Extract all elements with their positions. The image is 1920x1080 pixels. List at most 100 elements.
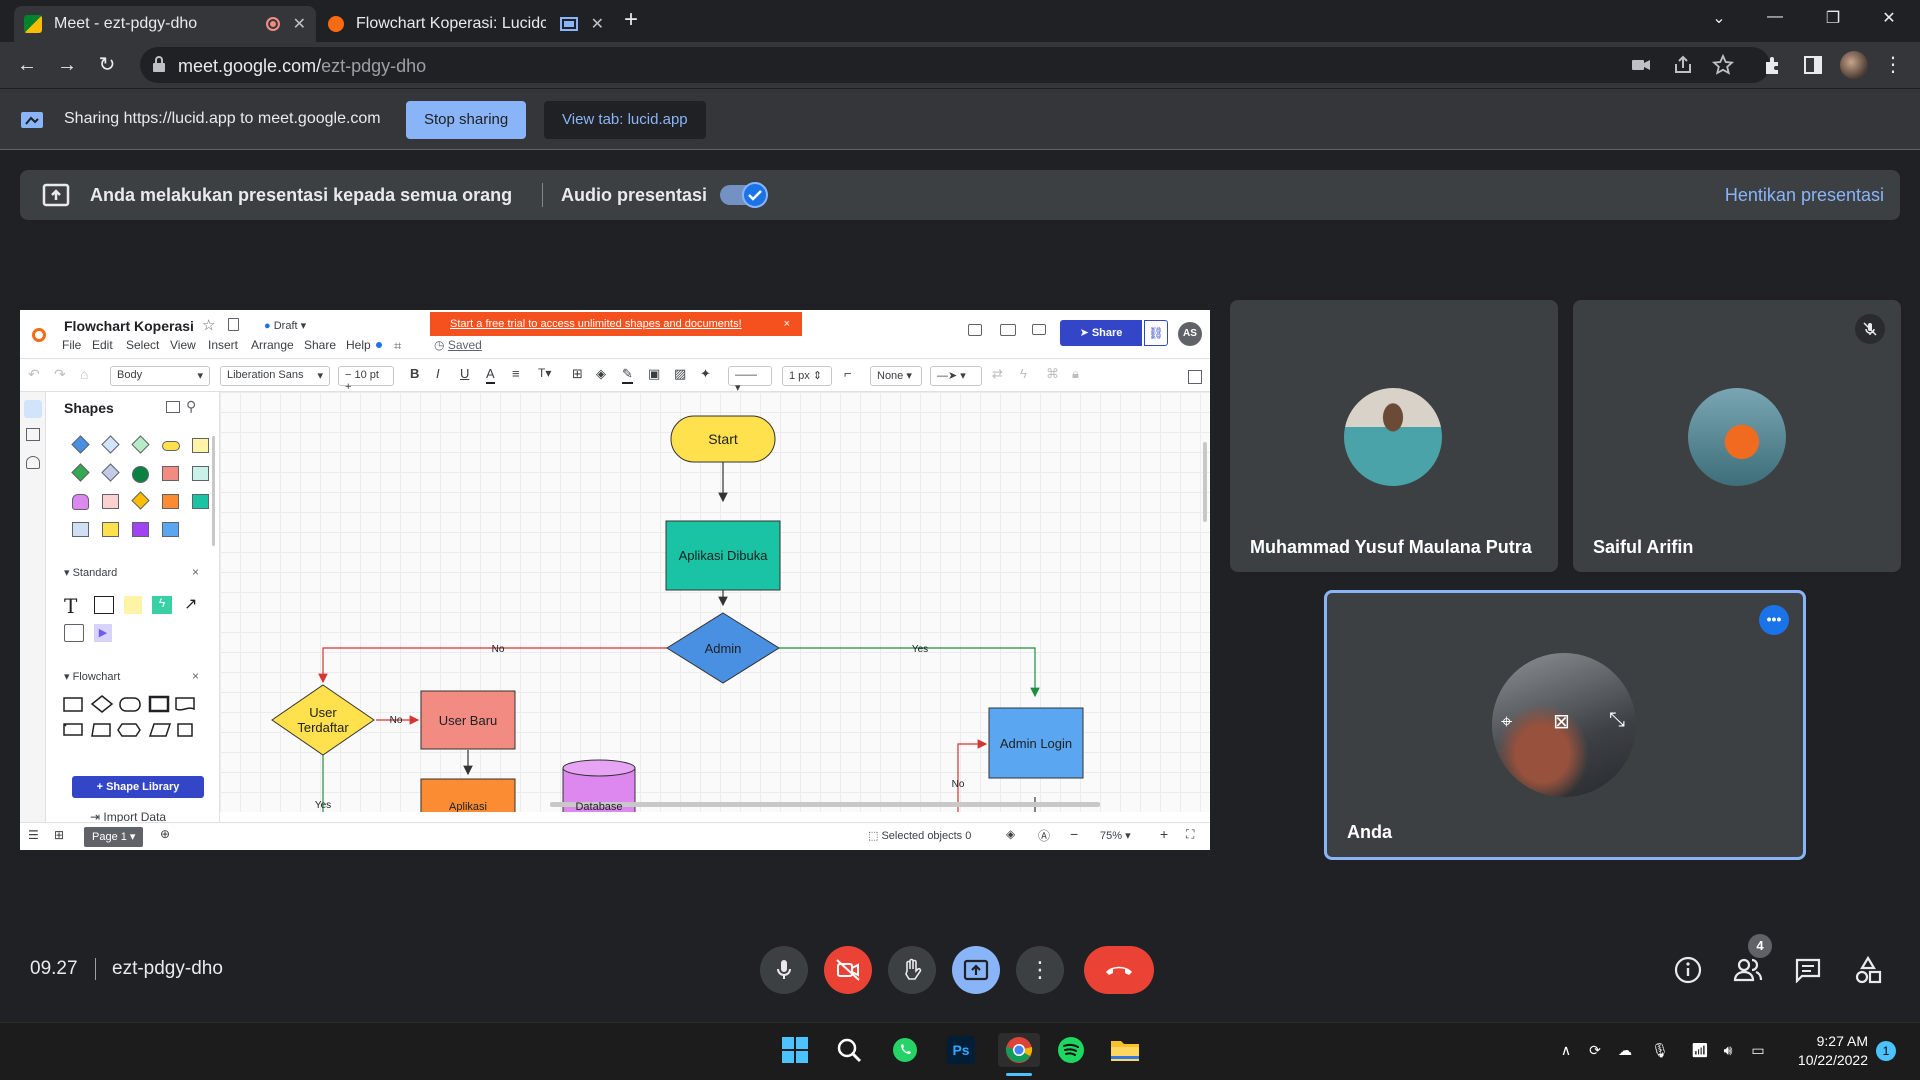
onedrive-icon[interactable]: ☁ — [1615, 1042, 1635, 1062]
shape-swatch-icon[interactable] — [162, 466, 179, 481]
menu-file[interactable]: File — [62, 338, 81, 352]
magic-icon[interactable]: ✦ — [700, 366, 711, 386]
text-options-icon[interactable]: T▾ — [538, 366, 551, 386]
shape-swatch-icon[interactable] — [192, 466, 209, 481]
present-now-button[interactable] — [952, 946, 1000, 994]
action-icon[interactable]: ϟ — [1020, 366, 1027, 386]
close-icon[interactable]: × — [192, 669, 199, 683]
gift-icon[interactable]: ⌗ — [394, 338, 401, 354]
flowchart-header[interactable]: ▾ Flowchart — [64, 670, 120, 683]
undo-icon[interactable]: ↶ — [28, 366, 40, 386]
text-shape-icon[interactable]: T — [64, 594, 77, 618]
line-width-select[interactable]: 1 px ⇕ — [782, 366, 832, 386]
trial-banner[interactable]: Start a free trial to access unlimited s… — [430, 312, 802, 336]
navigate-icon[interactable]: Ⓐ — [1038, 827, 1050, 844]
rectangle-shape-icon[interactable] — [94, 596, 114, 614]
search-icon[interactable]: ⚲ — [186, 398, 196, 415]
shape-swatch-icon[interactable] — [102, 522, 119, 537]
arrow-end-select[interactable]: —➤ ▾ — [930, 366, 982, 386]
chrome-icon[interactable] — [998, 1033, 1040, 1067]
share-page-icon[interactable] — [1672, 54, 1694, 76]
shape-swatch-icon[interactable] — [72, 522, 89, 537]
tab-lucidchart[interactable]: Flowchart Koperasi: Lucidcha ✕ — [318, 6, 614, 42]
line-color-icon[interactable]: ✎ — [622, 366, 633, 384]
fill-color-icon[interactable]: ◈ — [596, 366, 606, 386]
lock-icon[interactable]: 🔒︎ — [1072, 366, 1079, 386]
new-tab-button[interactable]: + — [624, 6, 638, 34]
side-panel-icon[interactable] — [1802, 54, 1824, 76]
line-style-select[interactable]: —— ▾ — [728, 366, 772, 394]
template-rail-icon[interactable] — [26, 428, 40, 441]
user-avatar[interactable]: AS — [1178, 322, 1202, 346]
photoshop-icon[interactable]: Ps — [944, 1033, 978, 1067]
tab-meet[interactable]: Meet - ezt-pdgy-dho ✕ — [14, 6, 316, 42]
shadow-icon[interactable]: ▣ — [648, 366, 660, 386]
participant-tile-self[interactable]: ⌖ ⊠ ⤡ ••• Anda — [1324, 590, 1806, 860]
group-icon[interactable]: ⌘ — [1046, 366, 1059, 386]
shape-swatch-icon[interactable] — [132, 466, 149, 483]
horizontal-scrollbar[interactable] — [550, 802, 1100, 807]
restore-button[interactable]: ❐ — [1810, 8, 1856, 28]
shape-library-button[interactable]: + Shape Library — [72, 776, 204, 798]
camera-blocked-icon[interactable] — [1630, 54, 1652, 76]
draft-status[interactable]: ● Draft ▾ — [264, 319, 306, 332]
shape-swatch-icon[interactable] — [192, 438, 209, 453]
line-shape-icon[interactable]: ↗ — [184, 594, 197, 614]
star-icon[interactable]: ☆ — [202, 316, 215, 334]
notification-badge[interactable]: 1 — [1876, 1041, 1896, 1061]
whatsapp-icon[interactable] — [888, 1033, 922, 1067]
close-tab-icon[interactable]: ✕ — [591, 14, 604, 34]
menu-help[interactable]: Help — [346, 338, 371, 352]
meeting-details-button[interactable] — [1673, 955, 1703, 985]
connector-icon[interactable]: ⌐ — [844, 366, 852, 386]
shape-swatch-icon[interactable] — [102, 494, 119, 509]
chat-button[interactable] — [1793, 955, 1823, 985]
more-options-button[interactable]: ⋮ — [1016, 946, 1064, 994]
swap-icon[interactable]: ⇄ — [992, 366, 1003, 386]
menu-share[interactable]: Share — [304, 338, 336, 352]
video-shape-icon[interactable]: ▶ — [94, 624, 112, 642]
microphone-button[interactable] — [760, 946, 808, 994]
audio-toggle-knob[interactable] — [742, 182, 768, 208]
panel-toggle-icon[interactable] — [1188, 370, 1202, 384]
shape-swatch-icon[interactable] — [132, 522, 149, 537]
page-tab[interactable]: Page 1 ▾ — [84, 827, 144, 847]
layers-icon[interactable]: ◈ — [1006, 827, 1015, 841]
raise-hand-button[interactable] — [888, 946, 936, 994]
table-icon[interactable]: ⊞ — [572, 366, 583, 386]
format-painter-icon[interactable]: ⌂ — [80, 366, 88, 386]
shape-swatch-icon[interactable] — [162, 494, 179, 509]
link-icon[interactable]: ⛓ — [1144, 320, 1168, 346]
participant-tile-muhammad[interactable]: Muhammad Yusuf Maulana Putra — [1230, 300, 1558, 572]
data-rail-icon[interactable] — [26, 456, 40, 469]
hidden-icons-chevron[interactable]: ∧ — [1556, 1042, 1576, 1062]
participant-tile-saiful[interactable]: Saiful Arifin — [1573, 300, 1901, 572]
close-window-button[interactable]: ✕ — [1866, 8, 1912, 28]
stop-sharing-button[interactable]: Stop sharing — [406, 101, 527, 139]
clock[interactable]: 9:27 AM 10/22/2022 — [1788, 1032, 1868, 1070]
forward-icon[interactable]: → — [54, 52, 80, 78]
address-bar[interactable]: meet.google.com/ezt-pdgy-dho — [140, 47, 1770, 83]
share-button[interactable]: ➤ Share — [1060, 320, 1142, 346]
chrome-menu-icon[interactable]: ⋮ — [1880, 52, 1906, 78]
people-button[interactable] — [1733, 955, 1763, 985]
tab-search-icon[interactable]: ⌄ — [1696, 8, 1742, 28]
panel-scrollbar[interactable] — [212, 436, 215, 546]
view-tab-button[interactable]: View tab: lucid.app — [544, 101, 706, 139]
bookmark-star-icon[interactable] — [1712, 54, 1734, 76]
search-icon[interactable] — [832, 1033, 866, 1067]
close-icon[interactable]: × — [784, 312, 790, 336]
windows-start-icon[interactable] — [778, 1033, 812, 1067]
close-tab-icon[interactable]: ✕ — [293, 14, 306, 34]
shape-swatch-icon[interactable] — [192, 494, 209, 509]
leave-call-button[interactable] — [1084, 946, 1154, 994]
minimize-tile-icon[interactable]: ⤡ — [1609, 709, 1625, 732]
menu-select[interactable]: Select — [126, 338, 159, 352]
more-options-button[interactable]: ••• — [1759, 605, 1789, 635]
vertical-scrollbar[interactable] — [1203, 442, 1207, 522]
comment-icon[interactable] — [968, 324, 982, 336]
document-icon[interactable] — [228, 318, 239, 331]
text-color-icon[interactable]: A — [486, 366, 495, 384]
connector-adminlogin-no[interactable] — [957, 739, 988, 812]
shape-swatch-icon[interactable] — [162, 522, 179, 537]
